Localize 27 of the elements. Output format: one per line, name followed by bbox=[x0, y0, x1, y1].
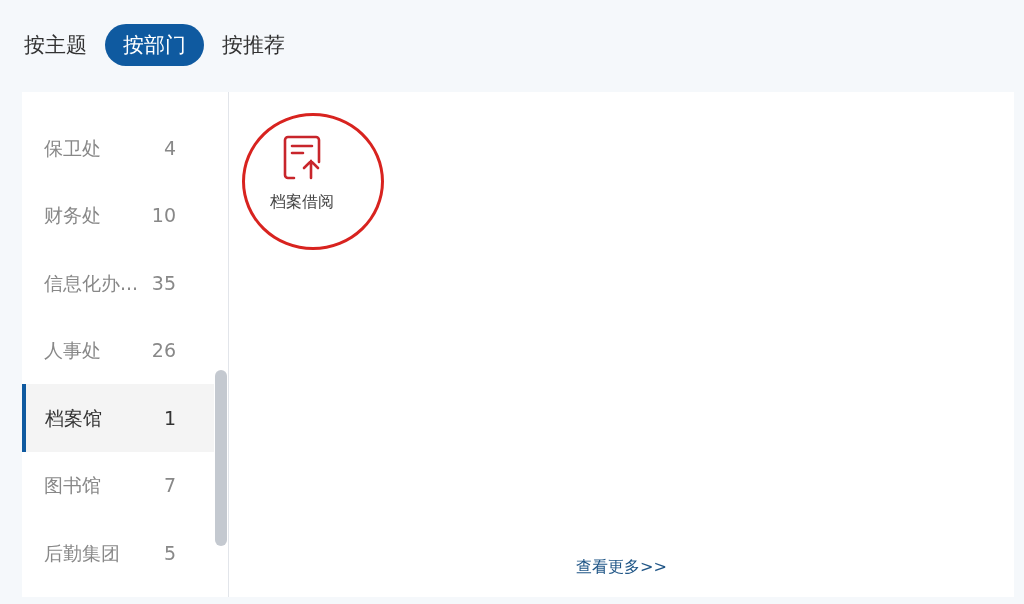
department-name: 档案馆 bbox=[45, 405, 102, 431]
department-count: 7 bbox=[163, 473, 176, 498]
category-tab[interactable]: 按部门 bbox=[105, 24, 204, 66]
department-count: 1 bbox=[163, 405, 176, 431]
department-item[interactable]: 图书馆 7 bbox=[22, 451, 214, 519]
category-tab[interactable]: 按推荐 bbox=[218, 24, 289, 66]
department-item[interactable]: 后勤集团 5 bbox=[22, 519, 214, 587]
department-item[interactable]: 信息化办... 35 bbox=[22, 249, 214, 317]
department-item[interactable]: 人事处 26 bbox=[22, 316, 214, 384]
department-count: 35 bbox=[151, 270, 176, 296]
category-tab[interactable]: 按主题 bbox=[20, 24, 91, 66]
department-name: 保卫处 bbox=[44, 135, 101, 161]
department-item[interactable]: 保卫处 4 bbox=[22, 114, 214, 182]
department-count: 4 bbox=[163, 135, 176, 161]
scrollbar-thumb[interactable] bbox=[215, 370, 227, 546]
department-name: 信息化办... bbox=[44, 270, 139, 296]
department-name: 人事处 bbox=[44, 338, 101, 363]
department-name: 财务处 bbox=[44, 203, 101, 228]
department-count: 5 bbox=[163, 540, 176, 566]
department-count: 10 bbox=[151, 203, 176, 228]
department-item[interactable]: 财务处 10 bbox=[22, 181, 214, 249]
department-name: 图书馆 bbox=[44, 473, 101, 498]
app-label[interactable]: 档案借阅 bbox=[270, 190, 334, 214]
department-item[interactable]: 档案馆 1 bbox=[22, 384, 214, 452]
department-name: 后勤集团 bbox=[44, 540, 120, 566]
view-more-link[interactable]: 查看更多>> bbox=[576, 555, 667, 579]
department-count: 26 bbox=[151, 338, 176, 363]
